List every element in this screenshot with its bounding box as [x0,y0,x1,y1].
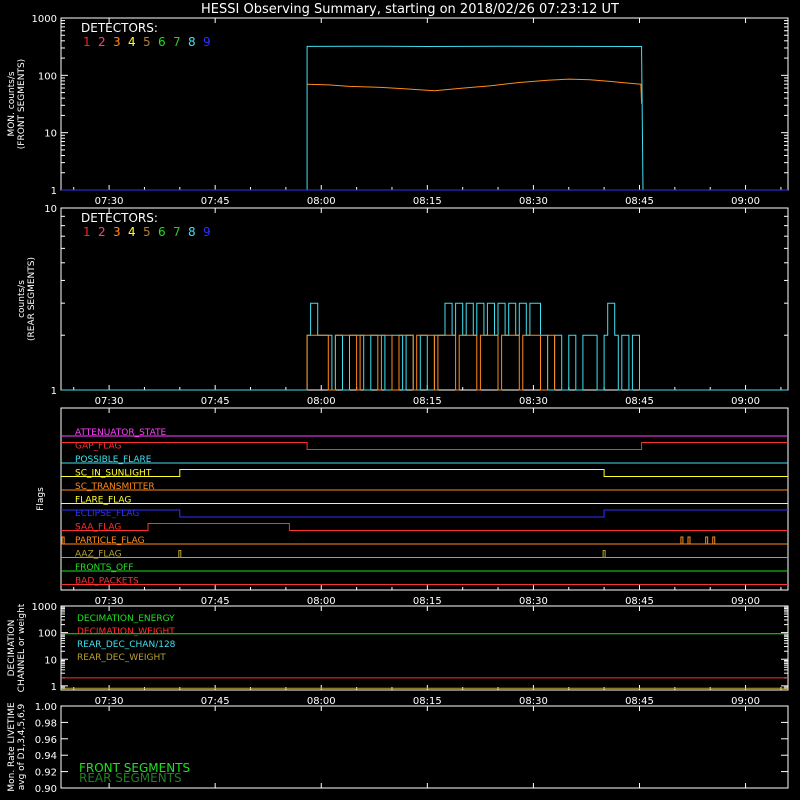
flags-panel-xtick-label: 08:00 [307,596,336,607]
y-axis-label-sub: CHANNEL or weight [17,603,27,692]
rear-panel-xtick-label: 08:15 [413,396,442,407]
livetime-panel-ytick-label: 1.00 [35,702,57,713]
y-axis-label-sub: (FRONT SEGMENTS) [17,59,27,149]
plot-title: HESSI Observing Summary, starting on 201… [201,2,619,17]
decimation-panel-xtick-label: 08:15 [413,696,442,707]
rear-panel-detector-2: 2 [98,225,106,239]
y-axis-label: counts/s [17,280,27,318]
front-panel-xtick-label: 08:15 [413,196,442,207]
rear-panel-detectors-label: DETECTORS: [81,211,158,225]
rear-panel-detector-9: 9 [203,225,211,239]
decimation-panel-xtick-label: 08:30 [519,696,548,707]
livetime-legend-rear-segments: REAR SEGMENTS [79,771,182,785]
y-axis-label: Mon. Rate LIVETIME [7,702,17,792]
front-panel-detector-6: 6 [158,35,166,49]
decimation-panel-ytick-label: 100 [38,629,57,640]
rear-panel-detector-7: 7 [173,225,181,239]
rear-panel-xtick-label: 08:30 [519,396,548,407]
livetime-panel-ytick-label: 0.98 [35,718,57,729]
flag-spike-aaz-flag [178,550,182,558]
flag-spike-particle-flag [680,536,684,544]
flag-line-sc-in-sunlight [61,469,788,477]
decimation-legend-decimation-weight: DECIMATION_WEIGHT [77,627,175,637]
rear-panel-detector-5: 5 [143,225,151,239]
y-axis-label-sub: avg of D1,3,4,5,6,9 [17,703,27,790]
rear-panel-detector-6: 6 [158,225,166,239]
decimation-panel-xtick-label: 08:00 [307,696,336,707]
front-panel-frame [60,17,789,191]
front-panel-detector-2: 2 [98,35,106,49]
flags-panel-xtick-label: 09:00 [731,596,760,607]
front-panel-xtick-label: 07:30 [95,196,124,207]
flags-panel-xtick-label: 08:30 [519,596,548,607]
flag-spike-particle-flag [705,536,709,544]
y-axis-label: DECIMATION [7,620,17,677]
livetime-panel-ytick-label: 0.94 [35,751,57,762]
rear-panel-detector-8: 8 [188,225,196,239]
decimation-panel-xtick-label: 07:45 [201,696,230,707]
front-panel-ytick-label: 1000 [32,14,57,25]
front-series-detector-3 [307,78,643,104]
front-panel-xtick-label: 09:00 [731,196,760,207]
livetime-panel-ytick-label: 0.90 [35,784,57,795]
decimation-panel-xtick-label: 07:30 [95,696,124,707]
rear-panel-ytick-label: 10 [44,204,57,215]
flag-line-saa-flag [61,523,788,531]
front-panel-detectors-label: DETECTORS: [81,21,158,35]
decimation-legend-rear-dec-chan-128: REAR_DEC_CHAN/128 [77,640,176,650]
decimation-panel-ytick-label: 10 [44,655,57,666]
plot-panels: 07:30 07:45 08:00 08:15 08:30 08:45 09:0011010… [7,14,789,795]
rear-panel-xtick-label: 08:45 [625,396,654,407]
front-panel-ytick-label: 1 [51,186,57,197]
rear-panel-xtick-label: 07:30 [95,396,124,407]
flag-spike-aaz-flag [602,550,606,558]
front-panel-detector-5: 5 [143,35,151,49]
flag-spike-particle-flag [61,536,65,544]
livetime-panel-ytick-label: 0.96 [35,735,57,746]
front-panel-xtick-label: 08:00 [307,196,336,207]
decimation-panel-xtick-label: 08:45 [625,696,654,707]
livetime-panel-ytick-label: 0.92 [35,768,57,779]
front-panel-ytick-label: 100 [38,71,57,82]
flags-panel-xtick-label: 08:45 [625,596,654,607]
rear-panel-xtick-label: 08:00 [307,396,336,407]
flag-line-eclipse-flag [61,509,788,518]
rear-series-detector-8 [61,302,788,391]
decimation-panel-ytick-label: 1 [51,682,57,693]
rear-panel-xtick-label: 09:00 [731,396,760,407]
rear-panel-xtick-label: 07:45 [201,396,230,407]
flags-panel-xtick-label: 07:30 [95,596,124,607]
decimation-panel-ytick-label: 1000 [32,602,57,613]
flags-panel-xtick-label: 07:45 [201,596,230,607]
front-panel-detector-7: 7 [173,35,181,49]
front-panel-detector-3: 3 [113,35,121,49]
rear-panel-detector-1: 1 [83,225,91,239]
front-series-detector-8 [61,45,788,191]
decimation-panel-xtick-label: 09:00 [731,696,760,707]
rear-series-detector-3 [306,334,556,391]
rear-panel-frame [60,207,789,391]
front-panel-ytick-label: 10 [44,129,57,140]
observing-summary-plot: HESSI Observing Summary, starting on 201… [7,2,789,795]
flags-y-axis-label: Flags [36,487,46,511]
flags-panel-xtick-label: 08:15 [413,596,442,607]
front-panel-xtick-label: 08:45 [625,196,654,207]
flag-spike-particle-flag [712,536,716,544]
front-panel-xtick-label: 08:30 [519,196,548,207]
rear-panel-detector-4: 4 [128,225,136,239]
front-panel-detector-4: 4 [128,35,136,49]
decimation-legend-rear-dec-weight: REAR_DEC_WEIGHT [77,653,166,663]
rear-panel-ytick-label: 1 [51,386,57,397]
front-panel-xtick-label: 07:45 [201,196,230,207]
rear-panel-detector-3: 3 [113,225,121,239]
flags-panel-frame [60,407,789,591]
decimation-legend-decimation-energy: DECIMATION_ENERGY [77,614,175,624]
front-panel-detector-1: 1 [83,35,91,49]
flag-line-gap-flag [61,442,788,450]
flag-spike-particle-flag [687,536,691,544]
y-axis-label: MON. counts/s [7,71,17,136]
front-panel-detector-9: 9 [203,35,211,49]
front-panel-detector-8: 8 [188,35,196,49]
y-axis-label-sub: (REAR SEGMENTS) [27,257,37,341]
